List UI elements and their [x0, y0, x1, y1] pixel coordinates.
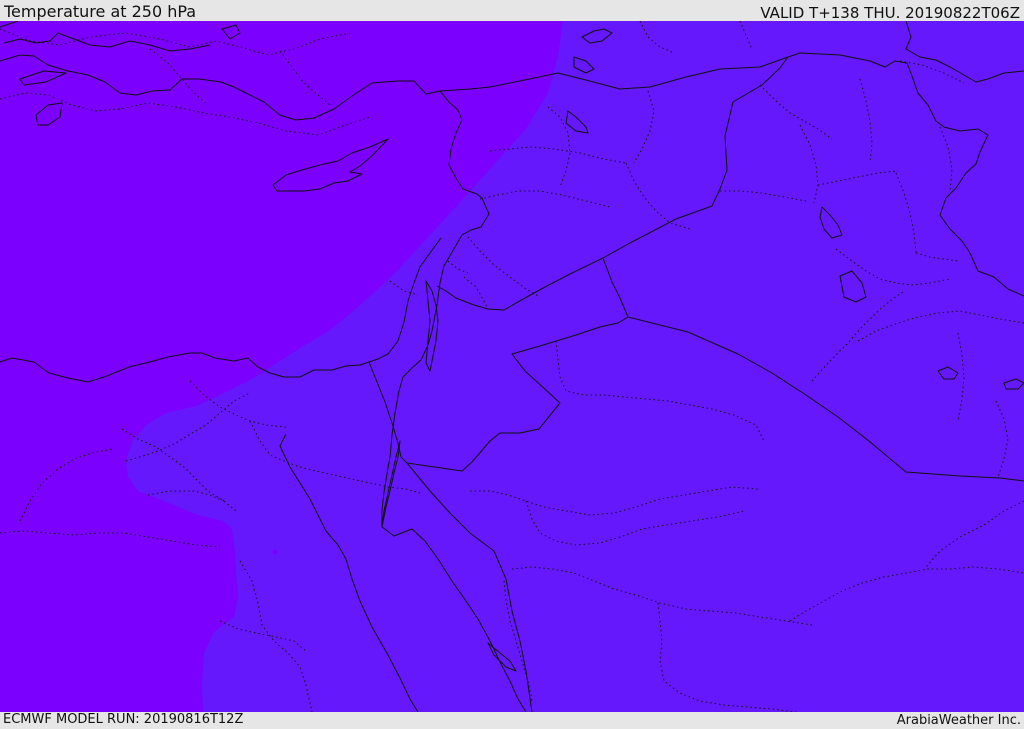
valid-time-label: VALID T+138 THU. 20190822T06Z: [760, 4, 1020, 22]
header-bar: Temperature at 250 hPa VALID T+138 THU. …: [0, 0, 1024, 22]
credit-label: ArabiaWeather Inc.: [896, 713, 1021, 728]
map-title: Temperature at 250 hPa: [4, 2, 197, 21]
lake-marker: [272, 549, 278, 555]
weather-map: [0, 21, 1024, 712]
map-canvas: [0, 21, 1024, 712]
map-page: Temperature at 250 hPa VALID T+138 THU. …: [0, 0, 1024, 729]
footer-bar: ECMWF MODEL RUN: 20190816T12Z ArabiaWeat…: [0, 712, 1024, 729]
model-run-label: ECMWF MODEL RUN: 20190816T12Z: [3, 712, 244, 727]
map-markers: [272, 549, 278, 555]
